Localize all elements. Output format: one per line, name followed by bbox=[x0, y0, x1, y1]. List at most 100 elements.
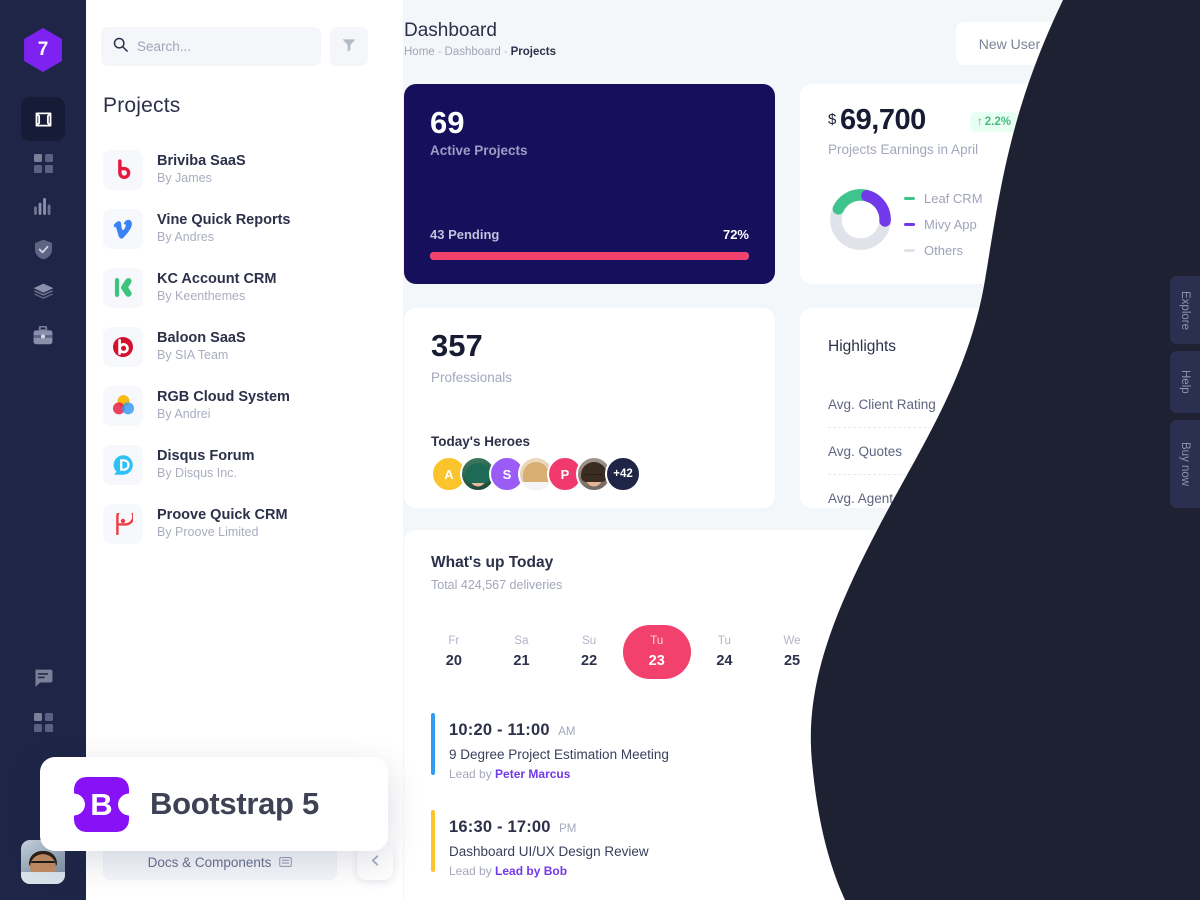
sidebar-item-projects[interactable] bbox=[21, 313, 65, 357]
active-projects-count: 69 bbox=[430, 105, 465, 140]
day-num: 21 bbox=[513, 653, 530, 669]
view-button[interactable]: View bbox=[1091, 819, 1146, 852]
day-cell[interactable]: Su 29 bbox=[1029, 625, 1097, 679]
todays-heroes-title: Today's Heroes bbox=[431, 434, 530, 449]
list-item[interactable]: KC Account CRM By Keenthemes bbox=[103, 258, 393, 317]
avatar-more[interactable]: +42 bbox=[605, 456, 641, 492]
edge-tab-help[interactable]: Help bbox=[1170, 351, 1200, 413]
avatar-initial: P bbox=[560, 466, 570, 482]
day-cell[interactable]: Fr 20 bbox=[420, 625, 488, 679]
highlight-label: Avg. Client Rating bbox=[828, 396, 936, 412]
filter-button[interactable] bbox=[330, 27, 368, 66]
event-item: 10:20 - 11:00 AM 9 Degree Project Estima… bbox=[431, 702, 1148, 799]
avatar-shirt bbox=[21, 872, 65, 884]
list-item[interactable]: Proove Quick CRM By Proove Limited bbox=[103, 494, 393, 553]
view-button[interactable]: View bbox=[1091, 722, 1146, 755]
keyboard-icon bbox=[279, 855, 293, 870]
day-dow: Sa bbox=[987, 635, 1002, 647]
day-dow: Su bbox=[582, 635, 597, 647]
sidebar-item-security[interactable] bbox=[21, 227, 65, 271]
sidebar-item-apps[interactable] bbox=[21, 141, 65, 185]
projects-title: Projects bbox=[103, 94, 181, 117]
earnings-legend: Leaf CRM Mivy App Others bbox=[904, 185, 983, 263]
list-item[interactable]: Disqus Forum By Disqus Inc. bbox=[103, 435, 393, 494]
list-item[interactable]: Vine Quick Reports By Andres bbox=[103, 199, 393, 258]
event-time-row: 16:30 - 17:00 PM bbox=[449, 818, 649, 837]
breadcrumb: Home - Dashboard - Projects bbox=[404, 46, 556, 58]
day-strip: Fr 20 Sa 21 Su 22 Tu 23 Tu 24 We 25 Th 2… bbox=[420, 625, 1164, 679]
new-user-button[interactable]: New User bbox=[955, 22, 1064, 65]
list-item[interactable]: Baloon SaaS By SIA Team bbox=[103, 317, 393, 376]
event-name: Dashboard UI/UX Design Review bbox=[449, 843, 649, 859]
sidebar-item-layers[interactable] bbox=[21, 270, 65, 314]
report-center-button[interactable]: Report Cecnter bbox=[1035, 557, 1148, 590]
highlight-value: 730 bbox=[1128, 443, 1152, 459]
professionals-card: 357 Professionals Today's Heroes A S P +… bbox=[404, 308, 775, 508]
legend-swatch bbox=[904, 248, 915, 252]
avatar-glasses bbox=[31, 860, 55, 867]
event-accent-bar bbox=[431, 713, 435, 775]
breadcrumb-dashboard[interactable]: Dashboard bbox=[445, 46, 501, 58]
main-content: Dashboard Home - Dashboard - Projects Ne… bbox=[403, 0, 1200, 900]
edge-tab-explore[interactable]: Explore bbox=[1170, 276, 1200, 344]
active-projects-label: Active Projects bbox=[430, 143, 528, 158]
header-actions: New User New Goal bbox=[955, 22, 1175, 65]
day-cell[interactable]: Sa 21 bbox=[488, 625, 556, 679]
event-lead-name[interactable]: Peter Marcus bbox=[495, 767, 570, 781]
layers-icon bbox=[33, 283, 54, 302]
legend-item: Mivy App bbox=[904, 211, 983, 237]
earnings-values: $7,660 $2,820 $45,257 bbox=[1105, 185, 1152, 263]
avatar-initial: A bbox=[444, 466, 454, 482]
highlight-suffix: /10 bbox=[1133, 396, 1152, 412]
event-lead-name[interactable]: Lead by Bob bbox=[495, 864, 567, 878]
highlight-value-group: ↙ 730 bbox=[1110, 443, 1152, 459]
day-num: 28 bbox=[986, 653, 1004, 669]
list-item[interactable]: RGB Cloud System By Andrei bbox=[103, 376, 393, 435]
edge-tab-buy-now[interactable]: Buy now bbox=[1170, 420, 1200, 508]
vimeo-logo bbox=[103, 208, 143, 249]
new-goal-button[interactable]: New Goal bbox=[1069, 22, 1175, 65]
event-accent-bar bbox=[431, 810, 435, 872]
arrow-up-icon: ↑ bbox=[977, 116, 983, 128]
chat-icon bbox=[33, 669, 53, 688]
highlight-row: Avg. Agent Earnings ↗ $2,309 bbox=[828, 475, 1152, 522]
day-dow: Sa bbox=[514, 635, 529, 647]
breadcrumb-home[interactable]: Home bbox=[404, 46, 435, 58]
sidebar-item-dashboard[interactable] bbox=[21, 97, 65, 141]
brand-logo[interactable]: 7 bbox=[24, 28, 62, 72]
breadcrumb-projects: Projects bbox=[510, 46, 557, 58]
legend-label: Mivy App bbox=[924, 216, 977, 232]
sidebar-item-messages[interactable] bbox=[21, 656, 65, 700]
day-cell[interactable]: Mo 30 bbox=[1096, 625, 1164, 679]
search-input[interactable] bbox=[137, 39, 297, 54]
search-box[interactable] bbox=[101, 27, 321, 66]
shield-check-icon bbox=[34, 239, 53, 260]
project-list: Briviba SaaS By James Vine Quick Reports… bbox=[103, 140, 393, 553]
day-cell[interactable]: Sa 28 bbox=[961, 625, 1029, 679]
avatar-initial: S bbox=[502, 466, 512, 482]
day-cell-selected[interactable]: Tu 23 bbox=[622, 625, 691, 679]
sidebar-item-analytics[interactable] bbox=[21, 184, 65, 228]
sidebar-item-widgets[interactable] bbox=[21, 700, 65, 744]
progress-percent: 72% bbox=[722, 227, 749, 242]
avatar-more-label: +42 bbox=[613, 468, 633, 480]
highlights-card: Highlights Avg. Client Rating ↗ 7.8 /10 … bbox=[800, 308, 1174, 508]
project-name: Baloon SaaS bbox=[157, 330, 246, 346]
bar-chart-icon bbox=[33, 197, 53, 215]
day-num: 27 bbox=[919, 653, 936, 669]
day-dow: Fri bbox=[920, 635, 935, 647]
todays-heroes-avatars: A S P +42 bbox=[431, 456, 641, 492]
day-cell[interactable]: We 25 bbox=[758, 625, 826, 679]
day-cell[interactable]: Tu 24 bbox=[691, 625, 759, 679]
highlight-row: Avg. Quotes ↙ 730 bbox=[828, 428, 1152, 475]
avatar-hair bbox=[581, 462, 607, 483]
project-author: By James bbox=[157, 171, 212, 185]
trend-up-icon: ↗ bbox=[1090, 490, 1102, 506]
highlight-label: Avg. Quotes bbox=[828, 443, 903, 459]
avatar-hair bbox=[523, 461, 549, 484]
day-cell[interactable]: Th 26 bbox=[826, 625, 894, 679]
app-root: 7 Search... Projects Briviba SaaS By Jam… bbox=[0, 0, 1200, 900]
day-cell[interactable]: Su 22 bbox=[555, 625, 623, 679]
day-cell[interactable]: Fri 27 bbox=[893, 625, 961, 679]
list-item[interactable]: Briviba SaaS By James bbox=[103, 140, 393, 199]
